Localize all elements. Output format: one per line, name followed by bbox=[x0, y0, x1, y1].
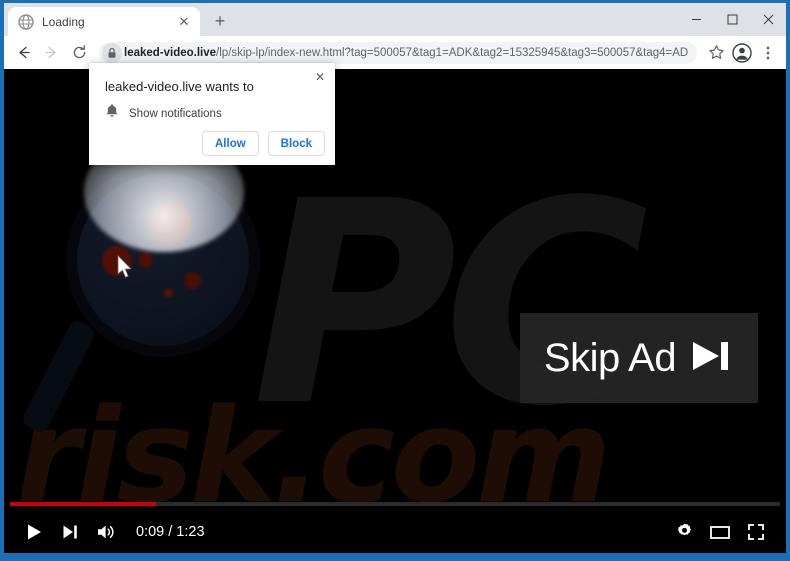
mouse-cursor bbox=[117, 255, 134, 284]
progress-bar-track[interactable] bbox=[10, 502, 780, 506]
url-text: leaked-video.live/lp/skip-lp/index-new.h… bbox=[122, 42, 689, 64]
bookmark-star-icon[interactable] bbox=[704, 41, 728, 65]
skip-ad-button[interactable]: Skip Ad bbox=[520, 313, 758, 403]
close-button[interactable] bbox=[750, 3, 786, 36]
url-path: /lp/skip-lp/index-new.html?tag=500057&ta… bbox=[216, 46, 689, 59]
permission-label: Show notifications bbox=[129, 107, 222, 120]
tab-close-icon[interactable]: ✕ bbox=[176, 14, 192, 30]
permission-row: Show notifications bbox=[105, 103, 222, 124]
bell-icon bbox=[105, 103, 119, 124]
dialog-actions: Allow Block bbox=[202, 131, 325, 156]
browser-window: Loading ✕ + leaked-video.live/lp/skip-lp… bbox=[0, 0, 790, 561]
time-display: 0:09 / 1:23 bbox=[136, 523, 205, 540]
volume-button[interactable] bbox=[88, 514, 124, 550]
back-button[interactable] bbox=[10, 40, 36, 66]
tab-title: Loading bbox=[42, 14, 85, 29]
forward-button[interactable] bbox=[38, 40, 64, 66]
tab-strip: Loading ✕ + bbox=[4, 3, 786, 36]
profile-avatar-icon[interactable] bbox=[730, 41, 754, 65]
browser-tab[interactable]: Loading ✕ bbox=[8, 7, 200, 36]
notification-permission-dialog: ✕ leaked-video.live wants to Show notifi… bbox=[89, 63, 335, 165]
globe-icon bbox=[18, 13, 34, 30]
new-tab-button[interactable]: + bbox=[206, 7, 234, 35]
settings-button[interactable] bbox=[666, 514, 702, 550]
fullscreen-button[interactable] bbox=[738, 514, 774, 550]
minimize-button[interactable] bbox=[678, 3, 714, 36]
block-button[interactable]: Block bbox=[267, 131, 325, 156]
dialog-close-icon[interactable]: ✕ bbox=[311, 68, 329, 86]
reload-button[interactable] bbox=[66, 40, 92, 66]
progress-bar-played bbox=[10, 502, 157, 506]
dialog-title: leaked-video.live wants to bbox=[105, 79, 254, 94]
player-controls-row: 0:09 / 1:23 bbox=[4, 510, 786, 553]
window-controls bbox=[678, 3, 786, 36]
video-player-bar: 0:09 / 1:23 bbox=[4, 502, 786, 553]
url-domain: leaked-video.live bbox=[124, 46, 217, 59]
allow-button[interactable]: Allow bbox=[202, 131, 259, 156]
skip-ad-label: Skip Ad bbox=[543, 335, 677, 380]
theater-mode-button[interactable] bbox=[702, 514, 738, 550]
germ-dot bbox=[164, 288, 173, 297]
play-button[interactable] bbox=[16, 514, 52, 550]
skip-forward-icon bbox=[690, 339, 734, 378]
magnifier-graphic bbox=[19, 132, 279, 436]
next-button[interactable] bbox=[52, 514, 88, 550]
germ-dot bbox=[138, 253, 153, 268]
lock-icon bbox=[102, 42, 122, 63]
address-bar[interactable]: leaked-video.live/lp/skip-lp/index-new.h… bbox=[99, 41, 697, 64]
germ-dot bbox=[184, 272, 201, 289]
maximize-button[interactable] bbox=[714, 3, 750, 36]
chrome-menu-icon[interactable] bbox=[756, 41, 780, 65]
